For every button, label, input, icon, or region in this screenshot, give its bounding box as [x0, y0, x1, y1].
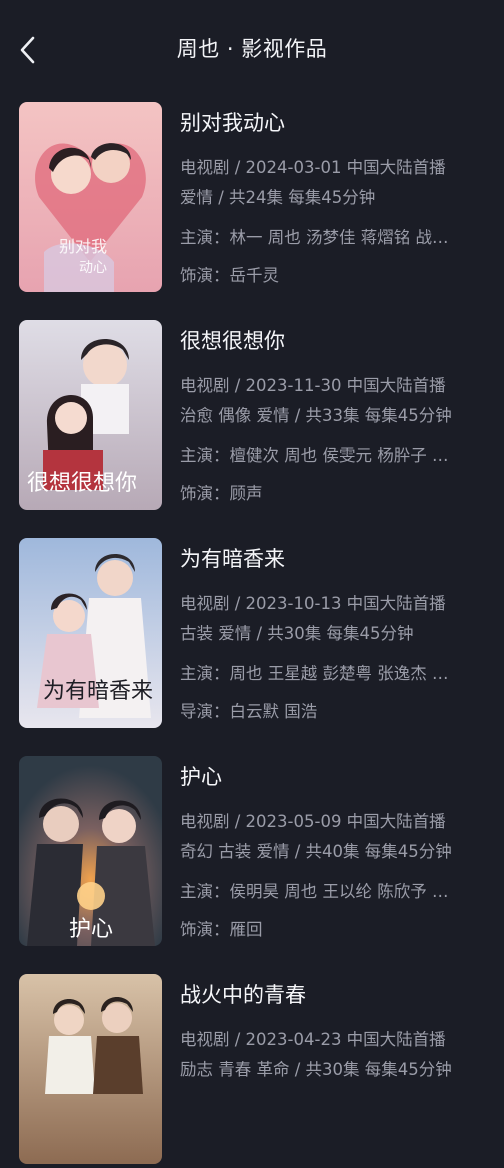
header: 周也 · 影视作品	[0, 0, 504, 100]
work-tags: 治愈 偶像 爱情 / 共33集 每集45分钟	[180, 406, 452, 425]
work-cast: 主演：周也 王星越 彭楚粤 张逸杰 …	[180, 664, 449, 683]
work-title: 战火中的青春	[180, 983, 306, 1007]
work-title: 别对我动心	[180, 111, 285, 135]
work-title: 护心	[180, 765, 222, 789]
work-item[interactable]: 战火中的青春 电视剧 / 2023-04-23 中国大陆首播 励志 青春 革命 …	[0, 973, 504, 1168]
work-role: 导演：白云默 国浩	[180, 702, 318, 721]
svg-text:护心: 护心	[69, 917, 113, 942]
work-item[interactable]: 很想很想你 很想很想你 电视剧 / 2023-11-30 中国大陆首播 治愈 偶…	[0, 319, 504, 514]
work-item[interactable]: 为有暗香来 为有暗香来 电视剧 / 2023-10-13 中国大陆首播 古装 爱…	[0, 537, 504, 732]
work-meta: 电视剧 / 2023-11-30 中国大陆首播	[180, 376, 446, 395]
work-meta: 电视剧 / 2023-05-09 中国大陆首播	[180, 812, 446, 831]
work-meta: 电视剧 / 2023-10-13 中国大陆首播	[180, 594, 446, 613]
work-meta: 电视剧 / 2023-04-23 中国大陆首播	[180, 1030, 446, 1049]
work-item[interactable]: 别对我 动心 别对我动心 电视剧 / 2024-03-01 中国大陆首播 爱情 …	[0, 101, 504, 296]
work-cast: 主演：林一 周也 汤梦佳 蒋熠铭 战…	[180, 228, 449, 247]
svg-text:很想很想你: 很想很想你	[27, 471, 137, 496]
poster-image: 很想很想你	[19, 320, 162, 510]
svg-text:别对我: 别对我	[59, 237, 107, 256]
work-tags: 励志 青春 革命 / 共30集 每集45分钟	[180, 1060, 452, 1079]
poster-image: 护心	[19, 756, 162, 946]
poster-image	[19, 974, 162, 1164]
work-tags: 奇幻 古装 爱情 / 共40集 每集45分钟	[180, 842, 452, 861]
work-tags: 爱情 / 共24集 每集45分钟	[180, 188, 376, 207]
work-title: 很想很想你	[180, 329, 285, 353]
work-role: 饰演：岳千灵	[180, 266, 279, 285]
poster-image: 为有暗香来	[19, 538, 162, 728]
work-tags: 古装 爱情 / 共30集 每集45分钟	[180, 624, 414, 643]
work-title: 为有暗香来	[180, 547, 285, 571]
work-role: 饰演：顾声	[180, 484, 263, 503]
svg-text:动心: 动心	[79, 260, 107, 276]
work-role: 饰演：雁回	[180, 920, 263, 939]
work-cast: 主演：侯明昊 周也 王以纶 陈欣予 …	[180, 882, 449, 901]
poster-image: 别对我 动心	[19, 102, 162, 292]
page-title: 周也 · 影视作品	[176, 37, 328, 61]
work-item[interactable]: 护心 护心 电视剧 / 2023-05-09 中国大陆首播 奇幻 古装 爱情 /…	[0, 755, 504, 950]
work-meta: 电视剧 / 2024-03-01 中国大陆首播	[180, 158, 446, 177]
svg-text:为有暗香来: 为有暗香来	[43, 679, 153, 704]
work-cast: 主演：檀健次 周也 侯雯元 杨肸子 …	[180, 446, 449, 465]
